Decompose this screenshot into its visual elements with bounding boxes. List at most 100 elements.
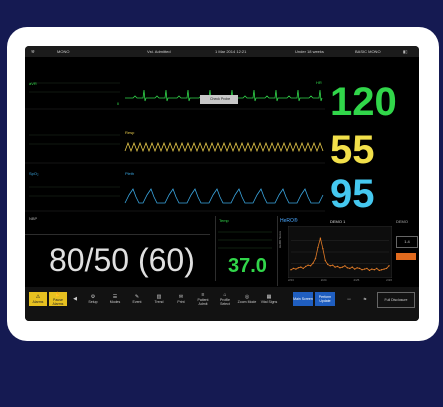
vital-signs-button[interactable]: ▦ Vital Signs: [259, 292, 279, 306]
temp-label: Temp: [219, 218, 229, 223]
hero-trend-point: [339, 267, 341, 269]
hero-subtitle: DEMO 1: [330, 219, 346, 224]
profile-label[interactable]: BASIC MONO: [355, 49, 381, 54]
waveform-area: [25, 82, 325, 212]
mode-label: MONO: [57, 49, 70, 54]
heart-rate-value[interactable]: 120: [330, 82, 397, 122]
probe-message: Check Probe: [210, 97, 231, 101]
hero-trend-point: [351, 266, 353, 268]
patient-label[interactable]: Vst. Admitted: [147, 49, 171, 54]
main-screen-button[interactable]: Main Screen: [293, 292, 313, 306]
hero-trend-point: [363, 268, 366, 270]
back-icon: ◀: [73, 295, 77, 302]
zoom-mode-button[interactable]: ◎ Zoom Mode: [237, 292, 257, 306]
mini-trend-grid: [29, 82, 120, 197]
hero-trend-point: [329, 265, 331, 267]
perform-update-button[interactable]: Perform Update: [315, 292, 335, 306]
hero-trend-point: [331, 264, 334, 266]
keyboard-icon[interactable]: ▭: [343, 292, 355, 306]
hero-x-tick: 2/24: [320, 278, 327, 282]
hero-trend-point: [368, 269, 371, 272]
export-icon[interactable]: ⇆: [359, 292, 371, 306]
hero-title: HeRO®: [280, 218, 298, 224]
hero-score-bar: [396, 253, 416, 260]
hero-trend-point: [361, 269, 363, 271]
hero-trend-point: [373, 269, 375, 271]
admission-status: Under 18 weeks: [295, 49, 324, 54]
hero-trend-chart: [288, 226, 392, 278]
hero-trend-point: [292, 267, 295, 270]
hero-trend-point: [341, 266, 344, 268]
hero-x-tick: 2/23: [288, 278, 294, 282]
hero-trend-point: [371, 268, 373, 270]
full-disclosure-button[interactable]: Full Disclosure: [377, 292, 415, 308]
hero-trend-point: [309, 265, 312, 267]
hero-trend-point: [327, 263, 329, 266]
hero-trend-point: [324, 259, 326, 262]
hero-x-axis: 2/23 2/24 2/25 2/26: [288, 278, 392, 282]
hero-trend-point: [380, 269, 383, 271]
hero-trend-point: [388, 265, 390, 267]
hero-trend-point: [307, 264, 309, 266]
hero-trend-point: [295, 268, 297, 270]
hero-trend-point: [336, 265, 339, 268]
hero-x-tick: 2/26: [386, 278, 392, 282]
hero-trend-point: [356, 267, 358, 269]
ecg-lead-b[interactable]: II: [117, 101, 119, 106]
patient-admit-button[interactable]: ≡ Patient Admit: [193, 292, 213, 306]
hero-trend-point: [383, 268, 385, 270]
nibp-label[interactable]: NBP: [29, 216, 37, 221]
pause-alarms-button[interactable]: ✋ Pause Alarms: [49, 292, 67, 306]
hero-trend-panel[interactable]: HeRO® DEMO 1 DEMO HeRO Score 2/23 2/24 2…: [277, 216, 419, 286]
hero-x-tick: 2/25: [353, 278, 360, 282]
hero-trend-point: [366, 267, 368, 270]
resp-waveform: [124, 141, 324, 153]
ecg-lead-a[interactable]: aVR: [29, 81, 37, 86]
monitor-screen: ⚒ MONO Vst. Admitted 1 Mar 2014 12:21 Un…: [25, 46, 419, 321]
date-time: 1 Mar 2014 12:21: [215, 49, 247, 54]
back-button[interactable]: ◀: [70, 292, 80, 306]
divider-line: [25, 234, 210, 235]
wrench-icon[interactable]: ⚒: [31, 49, 35, 54]
hero-y-label: HeRO Score: [278, 230, 282, 248]
pleth-waveform: [124, 188, 324, 204]
pleth-label[interactable]: Pleth: [125, 171, 134, 176]
status-bar: ⚒ MONO Vst. Admitted 1 Mar 2014 12:21 Un…: [25, 46, 419, 57]
hero-trend-point: [305, 265, 307, 268]
event-button[interactable]: ✎ Event: [127, 292, 147, 306]
hero-trend-point: [344, 265, 346, 267]
profile-select-button[interactable]: ⌂ Profile Select: [215, 292, 235, 306]
battery-icon: ▮▯: [403, 49, 408, 54]
hero-trend-point: [319, 237, 322, 239]
temp-panel[interactable]: Temp 37.0: [215, 216, 276, 281]
hero-trend-point: [378, 269, 380, 272]
hero-trend-point: [317, 246, 319, 249]
spo2-value[interactable]: 95: [330, 174, 375, 214]
hero-trend-point: [334, 266, 336, 268]
print-button[interactable]: ✉ Print: [171, 292, 191, 306]
temp-value: 37.0: [228, 255, 267, 277]
hero-trend-point: [354, 268, 356, 270]
hero-trend-point: [290, 269, 292, 271]
hero-trend-point: [349, 267, 351, 270]
hero-trend-point: [312, 262, 314, 264]
hr-label: HR: [316, 80, 322, 85]
spo2-small-label[interactable]: SpO₂: [29, 171, 39, 176]
hero-trend-point: [300, 266, 302, 268]
hero-trend-point: [385, 267, 388, 270]
nibp-value[interactable]: 80/50 (60): [49, 244, 195, 276]
hero-score: 1.4: [396, 236, 418, 248]
hero-trend-point: [322, 248, 324, 250]
modes-button[interactable]: ☰ Modes: [105, 292, 125, 306]
hero-trend-point: [302, 267, 304, 270]
hero-trend-point: [376, 267, 378, 270]
hero-trend-point: [314, 257, 317, 260]
resp-value[interactable]: 55: [330, 130, 375, 170]
setup-button[interactable]: ⚙ Setup: [83, 292, 103, 306]
trend-button[interactable]: ▥ Trend: [149, 292, 169, 306]
hero-trend-point: [346, 267, 349, 269]
temp-mini-trend: [218, 231, 272, 249]
bottom-menu: ⚠ Alarms ✋ Pause Alarms ◀ ⚙ Setup ☰ Mode…: [25, 287, 419, 321]
alarms-button[interactable]: ⚠ Alarms: [29, 292, 47, 306]
resp-label[interactable]: Resp: [125, 130, 134, 135]
